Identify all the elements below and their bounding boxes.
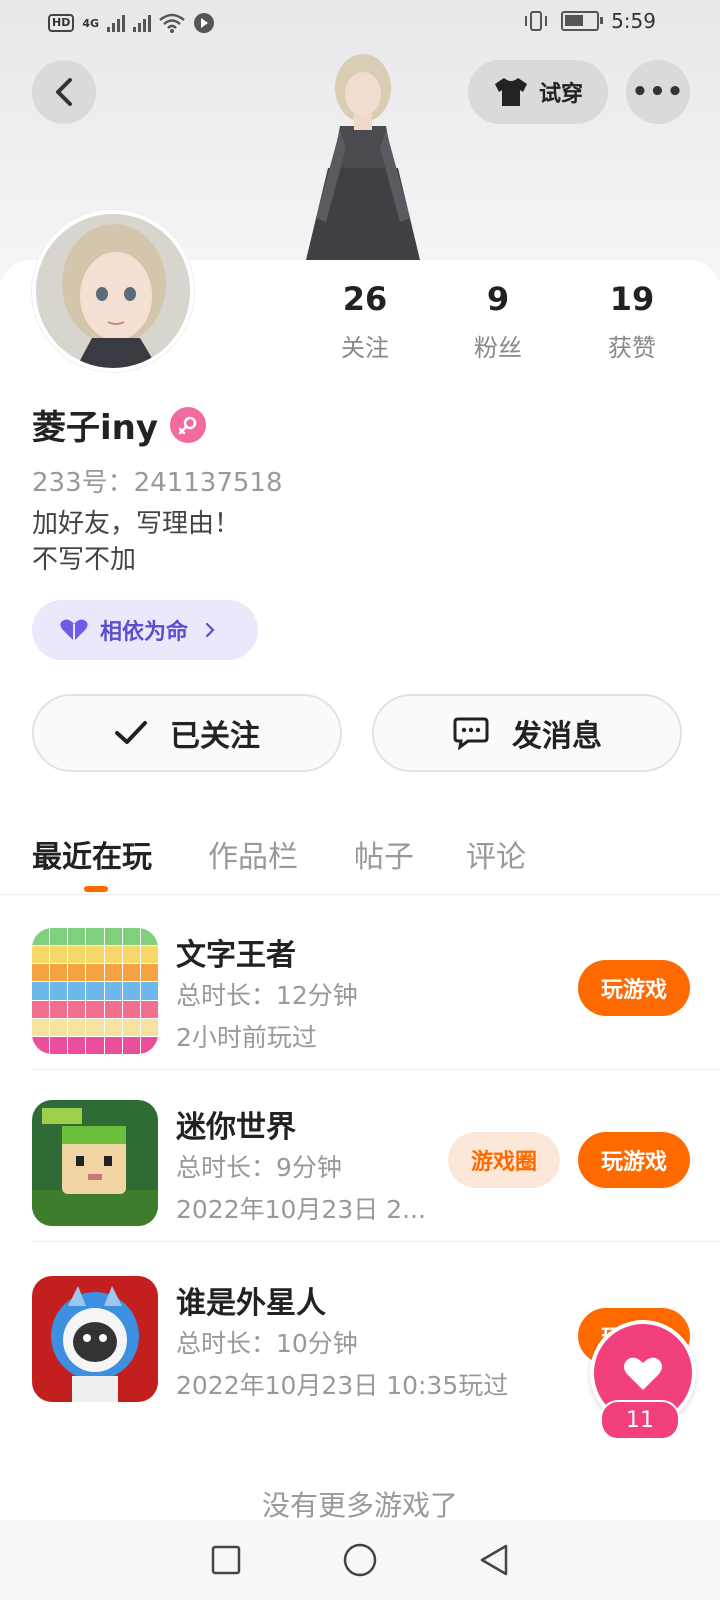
game-duration: 总时长：9分钟 xyxy=(176,1153,342,1182)
user-avatar[interactable] xyxy=(32,210,194,372)
female-gender-icon xyxy=(170,406,207,443)
divider xyxy=(32,1241,720,1242)
message-app-icon xyxy=(194,13,215,33)
game-icon-mini-world xyxy=(32,1100,158,1226)
followed-button[interactable]: 已关注 xyxy=(32,694,342,772)
relationship-label: 相依为命 xyxy=(100,620,189,645)
game-last-played: 2022年10月23日 2... xyxy=(176,1195,426,1224)
likes-received-label: 获赞 xyxy=(608,334,656,362)
try-on-button[interactable]: 试穿 xyxy=(468,60,608,124)
chevron-right-icon xyxy=(205,622,215,638)
game-circle-button[interactable]: 游戏圈 xyxy=(448,1132,560,1188)
like-count: 11 xyxy=(600,1400,680,1440)
followed-label: 已关注 xyxy=(170,719,260,754)
game-icon-who-is-alien xyxy=(32,1276,158,1402)
system-navigation-bar xyxy=(0,1520,720,1600)
recent-apps-icon[interactable] xyxy=(210,1544,242,1576)
game-item-2[interactable]: 迷你世界 总时长：9分钟 2022年10月23日 2... 游戏圈 玩游戏 xyxy=(0,1070,720,1242)
profile-tabs: 最近在玩 作品栏 帖子 评论 xyxy=(0,826,720,895)
user-bio: 加好友，写理由！ 不写不加 xyxy=(32,506,240,578)
home-icon[interactable] xyxy=(342,1542,378,1578)
game-icon-wenzi-wangzhe xyxy=(32,928,158,1054)
chevron-left-icon xyxy=(56,78,72,106)
active-tab-indicator xyxy=(84,886,108,892)
battery-icon xyxy=(561,11,604,31)
status-time: 5:59 xyxy=(611,9,656,33)
check-icon xyxy=(115,721,147,744)
likes-received-count: 19 xyxy=(609,280,655,318)
tshirt-icon xyxy=(494,78,527,106)
status-right: 5:59 xyxy=(523,9,656,33)
no-more-games-text: 没有更多游戏了 xyxy=(261,1489,458,1522)
avatar-image xyxy=(36,214,190,368)
game-duration: 总时长：12分钟 xyxy=(176,981,358,1010)
signal-icon-2 xyxy=(133,14,152,32)
game-title: 文字王者 xyxy=(176,938,296,973)
tab-works[interactable]: 作品栏 xyxy=(208,832,298,876)
more-options-button[interactable]: ••• xyxy=(626,60,690,124)
game-last-played: 2小时前玩过 xyxy=(176,1023,317,1052)
relationship-badge[interactable]: 相依为命 xyxy=(32,600,258,660)
chat-bubble-icon xyxy=(453,717,489,750)
try-on-label: 试穿 xyxy=(538,82,583,107)
tab-comments[interactable]: 评论 xyxy=(466,832,526,876)
signal-icon xyxy=(107,14,126,32)
bio-line-1: 加好友，写理由！ xyxy=(32,509,241,539)
play-game-button[interactable]: 玩游戏 xyxy=(578,1132,690,1188)
followers-stat[interactable]: 9 粉丝 xyxy=(438,280,558,363)
back-button[interactable] xyxy=(32,60,96,124)
user-id: 233号：241137518 xyxy=(32,468,283,498)
tab-recently-played[interactable]: 最近在玩 xyxy=(32,832,152,876)
game-last-played: 2022年10月23日 10:35玩过 xyxy=(176,1371,509,1400)
game-item-1[interactable]: 文字王者 总时长：12分钟 2小时前玩过 玩游戏 xyxy=(0,898,720,1070)
vibrate-icon xyxy=(525,11,548,31)
send-message-button[interactable]: 发消息 xyxy=(372,694,682,772)
game-title: 迷你世界 xyxy=(176,1110,296,1145)
more-icon: ••• xyxy=(631,77,685,107)
wifi-icon xyxy=(159,13,185,33)
followers-label: 粉丝 xyxy=(474,334,522,362)
status-left: HD 4G xyxy=(48,12,215,34)
hd-indicator: HD xyxy=(48,14,75,32)
likes-stat[interactable]: 19 获赞 xyxy=(572,280,692,363)
back-nav-icon[interactable] xyxy=(478,1543,510,1577)
send-message-label: 发消息 xyxy=(512,719,602,754)
network-type: 4G xyxy=(82,16,100,30)
following-stat[interactable]: 26 关注 xyxy=(305,280,425,363)
game-title: 谁是外星人 xyxy=(176,1286,326,1321)
user-name: 菱子iny xyxy=(32,408,159,448)
game-duration: 总时长：10分钟 xyxy=(176,1329,358,1358)
user-name-row: 菱子iny xyxy=(32,400,207,449)
bio-line-2: 不写不加 xyxy=(32,545,137,575)
avatar-character-figure[interactable] xyxy=(288,48,438,260)
following-label: 关注 xyxy=(341,334,389,362)
followers-count: 9 xyxy=(486,280,510,318)
tab-posts[interactable]: 帖子 xyxy=(354,832,414,876)
play-game-button[interactable]: 玩游戏 xyxy=(578,960,690,1016)
heart-pair-icon xyxy=(60,619,88,641)
status-bar: HD 4G 5:59 xyxy=(0,0,720,48)
heart-icon xyxy=(624,1357,662,1390)
following-count: 26 xyxy=(342,280,388,318)
